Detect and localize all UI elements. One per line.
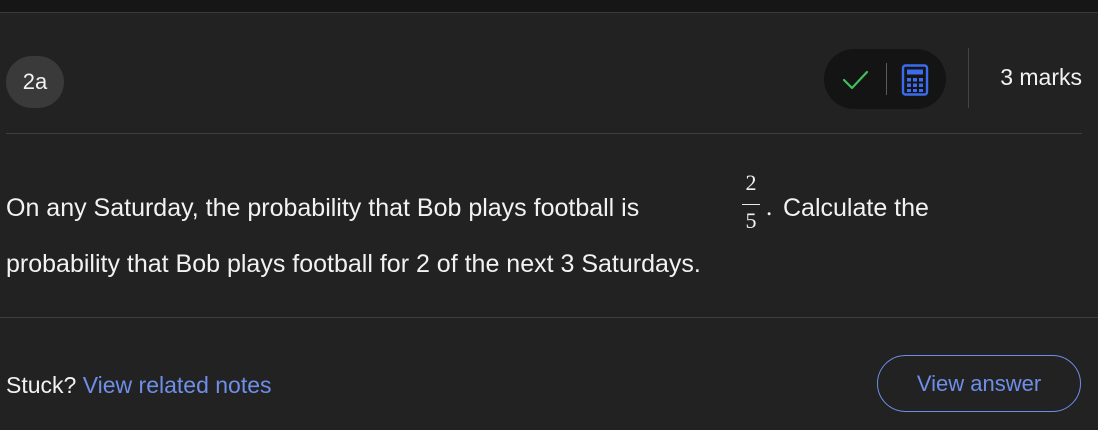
- view-answer-button[interactable]: View answer: [877, 355, 1081, 412]
- marks-label: 3 marks: [1000, 64, 1082, 90]
- question-header: 2a 3 marks: [0, 48, 1098, 112]
- help-prompt: Stuck? View related notes: [6, 372, 272, 399]
- question-number-badge: 2a: [6, 56, 64, 108]
- fraction-period: .: [766, 194, 773, 221]
- header-divider: [968, 48, 969, 108]
- check-icon[interactable]: [840, 65, 870, 93]
- calculator-icon[interactable]: [900, 64, 930, 96]
- fraction-bar: [742, 204, 760, 205]
- fraction-denominator: 5: [745, 208, 757, 233]
- question-line-1: On any Saturday, the probability that Bo…: [6, 168, 1086, 244]
- fraction: 2 5: [739, 170, 763, 236]
- tools-divider: [886, 63, 887, 95]
- related-notes-link[interactable]: View related notes: [83, 372, 272, 398]
- stuck-label: Stuck?: [6, 372, 77, 398]
- fraction-numerator: 2: [745, 170, 757, 195]
- question-text: On any Saturday, the probability that Bo…: [6, 168, 1086, 278]
- tools-toggle: [824, 49, 946, 109]
- divider: [6, 133, 1082, 134]
- top-bar: [0, 0, 1098, 13]
- question-card: 2a 3 marks On any Saturday, the probabil…: [0, 0, 1098, 430]
- question-text-part-2: Calculate the: [783, 194, 929, 222]
- divider: [0, 317, 1098, 318]
- question-text-part-1: On any Saturday, the probability that Bo…: [6, 194, 640, 222]
- question-line-2: probability that Bob plays football for …: [6, 250, 701, 278]
